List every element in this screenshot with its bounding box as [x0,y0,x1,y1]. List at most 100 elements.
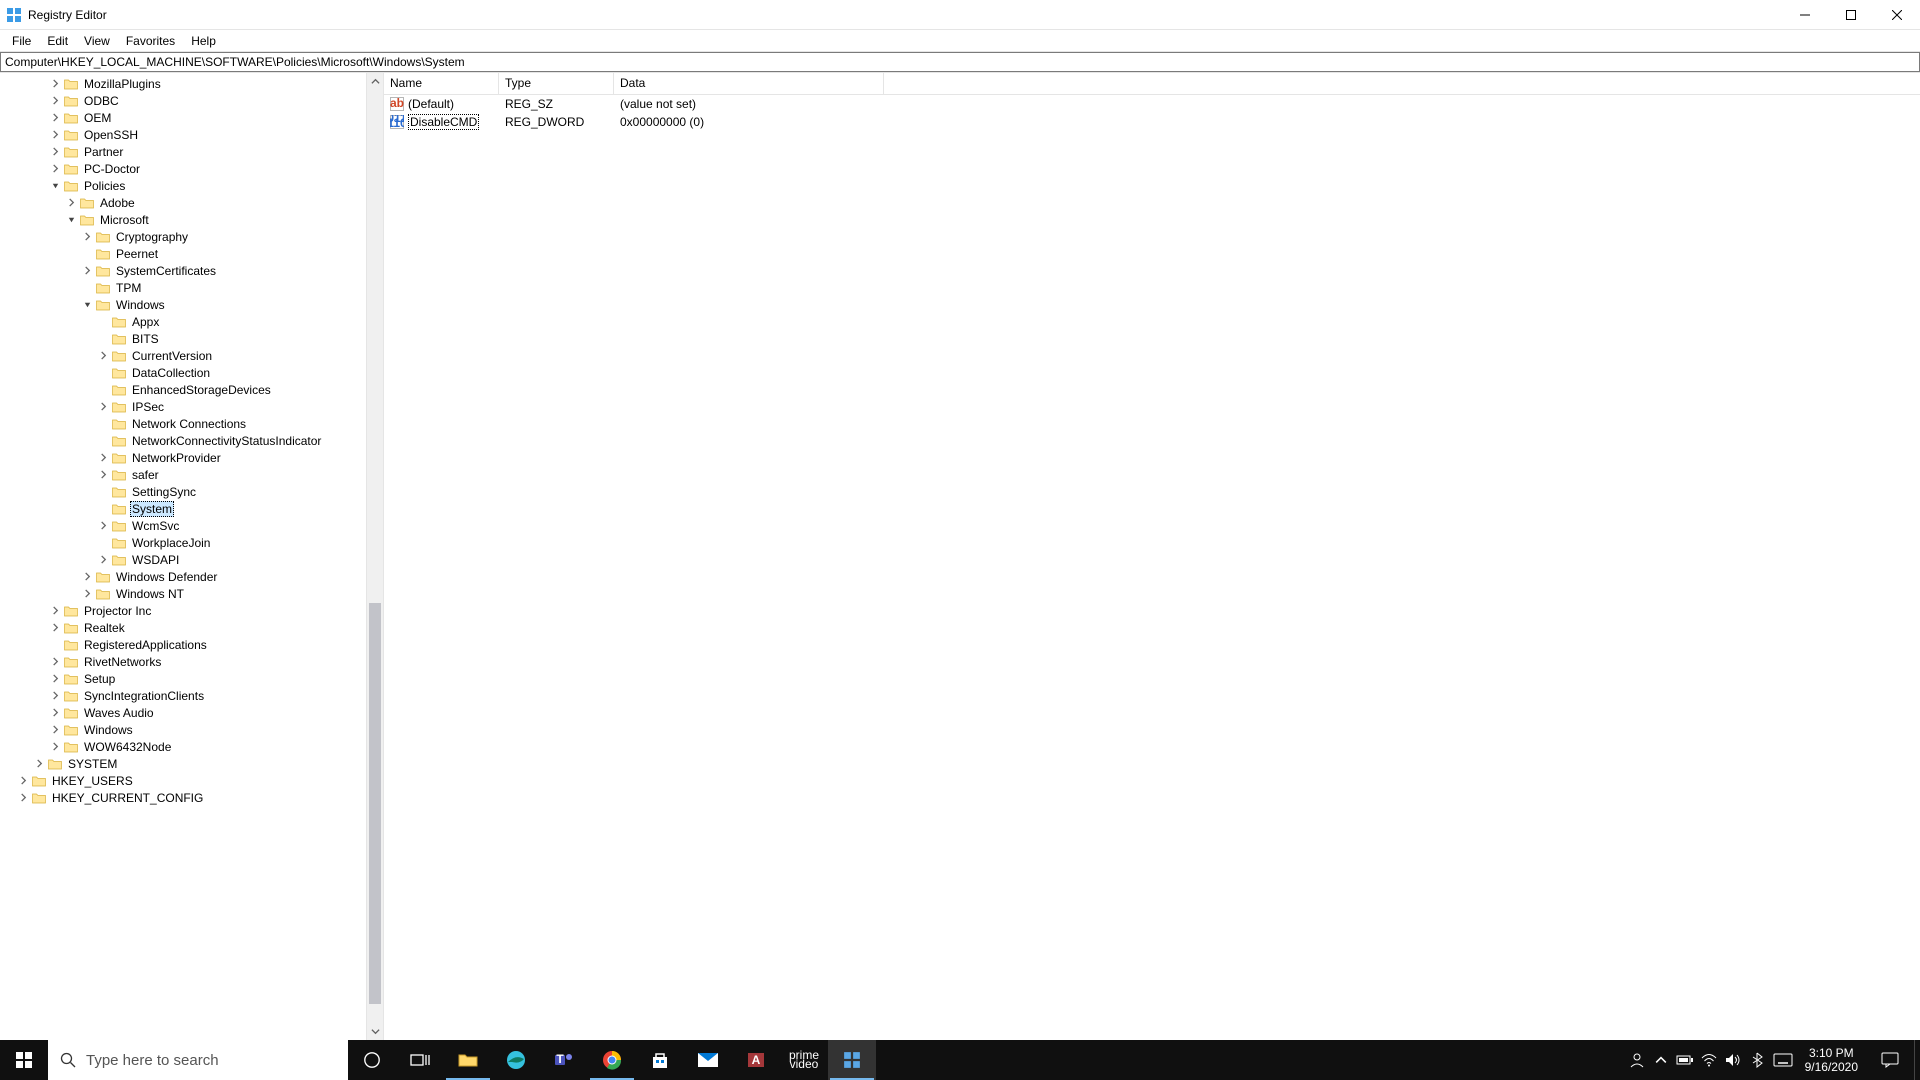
chevron-right-icon[interactable] [48,706,62,720]
tree-item[interactable]: Projector Inc [0,602,366,619]
tree-scrollbar[interactable] [366,73,383,1040]
tree-item[interactable]: MozillaPlugins [0,75,366,92]
tree-item[interactable]: ODBC [0,92,366,109]
taskbar-search[interactable]: Type here to search [48,1040,348,1080]
tree-item[interactable]: RivetNetworks [0,653,366,670]
tree-item[interactable]: WSDAPI [0,551,366,568]
tree-item[interactable]: SyncIntegrationClients [0,687,366,704]
tree-item[interactable]: Partner [0,143,366,160]
values-list[interactable]: ab(Default)REG_SZ(value not set)011110Di… [384,95,1920,1040]
tree-item[interactable]: Policies [0,177,366,194]
tray-keyboard-icon[interactable] [1769,1040,1797,1080]
taskbar-mail[interactable] [684,1040,732,1080]
taskbar-cortana[interactable] [348,1040,396,1080]
tree-item[interactable]: System [0,500,366,517]
taskbar-regedit[interactable] [828,1040,876,1080]
chevron-right-icon[interactable] [96,519,110,533]
taskbar-store[interactable] [636,1040,684,1080]
chevron-right-icon[interactable] [32,757,46,771]
tree-item[interactable]: TPM [0,279,366,296]
tree-item[interactable]: CurrentVersion [0,347,366,364]
tree-item[interactable]: Windows NT [0,585,366,602]
taskbar-taskview[interactable] [396,1040,444,1080]
chevron-right-icon[interactable] [48,740,62,754]
tree-item[interactable]: BITS [0,330,366,347]
show-desktop-button[interactable] [1914,1040,1920,1080]
taskbar-access[interactable]: A [732,1040,780,1080]
tree-item[interactable]: HKEY_CURRENT_CONFIG [0,789,366,806]
chevron-right-icon[interactable] [80,587,94,601]
tree-item[interactable]: Appx [0,313,366,330]
chevron-right-icon[interactable] [48,689,62,703]
menu-favorites[interactable]: Favorites [118,32,183,50]
chevron-right-icon[interactable] [48,145,62,159]
registry-tree[interactable]: MozillaPluginsODBCOEMOpenSSHPartnerPC-Do… [0,73,366,806]
tree-item[interactable]: SystemCertificates [0,262,366,279]
tree-item[interactable]: Windows [0,721,366,738]
scroll-up-button[interactable] [367,73,383,90]
tree-item[interactable]: Windows [0,296,366,313]
menu-file[interactable]: File [4,32,39,50]
tree-item[interactable]: OpenSSH [0,126,366,143]
chevron-down-icon[interactable] [64,213,78,227]
tree-item[interactable]: SYSTEM [0,755,366,772]
chevron-right-icon[interactable] [48,162,62,176]
tray-wifi-icon[interactable] [1697,1040,1721,1080]
chevron-right-icon[interactable] [48,723,62,737]
chevron-right-icon[interactable] [16,791,30,805]
minimize-button[interactable] [1782,0,1828,30]
action-center-button[interactable] [1866,1040,1914,1080]
chevron-right-icon[interactable] [48,128,62,142]
maximize-button[interactable] [1828,0,1874,30]
tree-item[interactable]: DataCollection [0,364,366,381]
tree-item[interactable]: WOW6432Node [0,738,366,755]
taskbar-clock[interactable]: 3:10 PM 9/16/2020 [1797,1046,1866,1074]
chevron-right-icon[interactable] [96,400,110,414]
tree-item[interactable]: HKEY_USERS [0,772,366,789]
tree-item[interactable]: Adobe [0,194,366,211]
close-button[interactable] [1874,0,1920,30]
chevron-right-icon[interactable] [64,196,78,210]
chevron-right-icon[interactable] [48,111,62,125]
taskbar-prime-video[interactable]: primevideo [780,1040,828,1080]
tree-item[interactable]: OEM [0,109,366,126]
scroll-thumb[interactable] [369,603,381,1004]
chevron-right-icon[interactable] [48,604,62,618]
tree-item[interactable]: SettingSync [0,483,366,500]
chevron-right-icon[interactable] [80,230,94,244]
tree-item[interactable]: Microsoft [0,211,366,228]
tree-item[interactable]: Realtek [0,619,366,636]
tree-item[interactable]: Waves Audio [0,704,366,721]
taskbar-edge[interactable] [492,1040,540,1080]
list-row[interactable]: 011110DisableCMDREG_DWORD0x00000000 (0) [384,113,1920,131]
chevron-down-icon[interactable] [80,298,94,312]
menu-edit[interactable]: Edit [39,32,76,50]
tree-item[interactable]: PC-Doctor [0,160,366,177]
tree-item[interactable]: Windows Defender [0,568,366,585]
taskbar-teams[interactable]: T [540,1040,588,1080]
scroll-track[interactable] [367,90,383,1023]
menu-view[interactable]: View [76,32,118,50]
tree-item[interactable]: Cryptography [0,228,366,245]
chevron-right-icon[interactable] [96,553,110,567]
column-type[interactable]: Type [499,73,614,94]
tree-item[interactable]: EnhancedStorageDevices [0,381,366,398]
chevron-right-icon[interactable] [96,468,110,482]
chevron-down-icon[interactable] [48,179,62,193]
chevron-right-icon[interactable] [96,349,110,363]
tray-people[interactable] [1625,1040,1649,1080]
tree-item[interactable]: WorkplaceJoin [0,534,366,551]
chevron-right-icon[interactable] [80,264,94,278]
chevron-right-icon[interactable] [96,451,110,465]
tree-item[interactable]: NetworkConnectivityStatusIndicator [0,432,366,449]
tree-item[interactable]: safer [0,466,366,483]
tray-chevron-up-icon[interactable] [1649,1040,1673,1080]
chevron-right-icon[interactable] [48,655,62,669]
start-button[interactable] [0,1040,48,1080]
chevron-right-icon[interactable] [48,672,62,686]
tray-volume-icon[interactable] [1721,1040,1745,1080]
chevron-right-icon[interactable] [16,774,30,788]
menu-help[interactable]: Help [183,32,224,50]
taskbar-chrome[interactable] [588,1040,636,1080]
column-data[interactable]: Data [614,73,884,94]
